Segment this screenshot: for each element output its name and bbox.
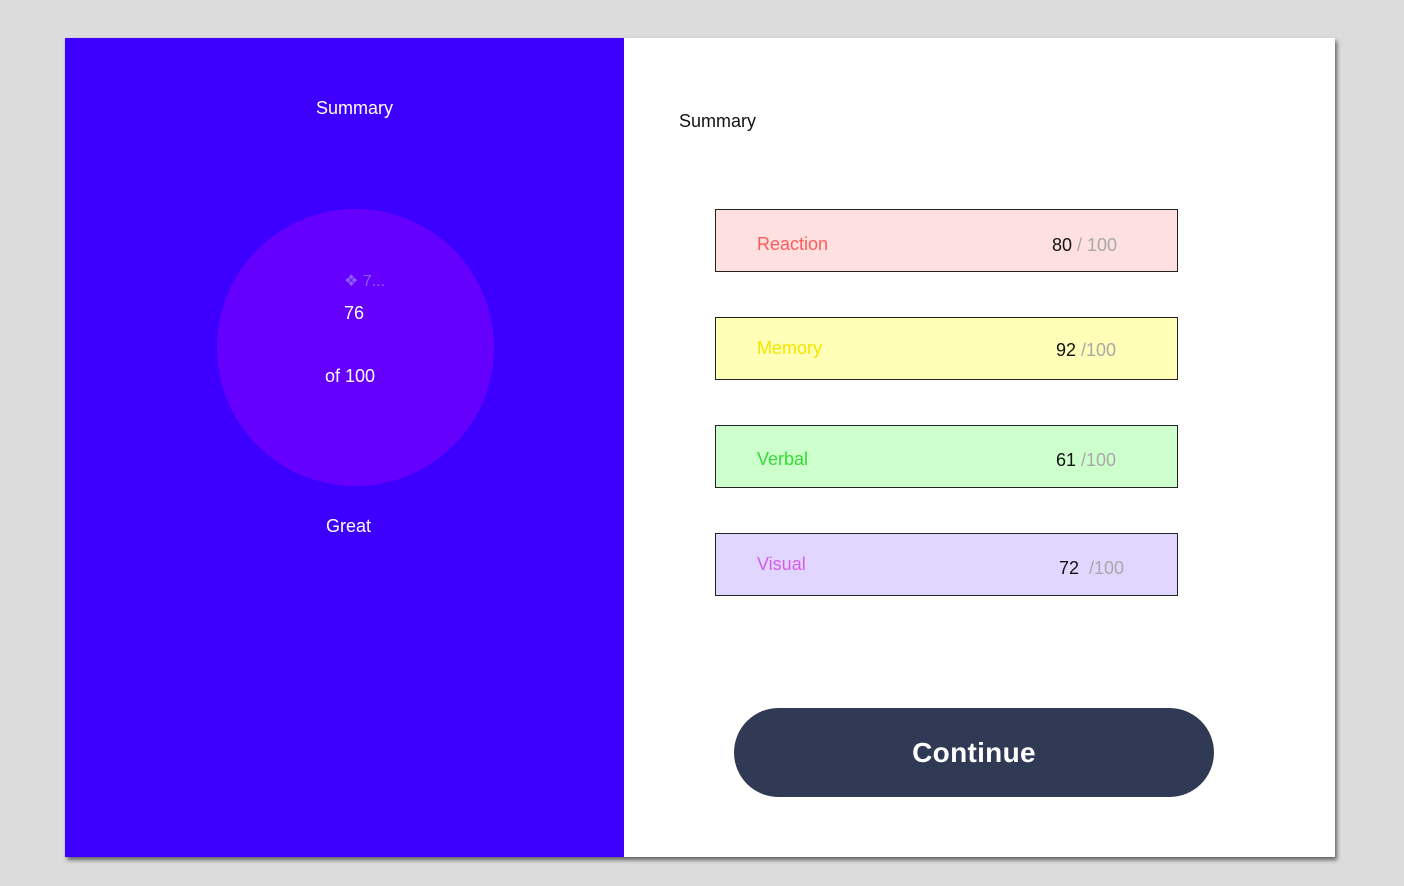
continue-button[interactable]: Continue: [734, 708, 1214, 797]
category-score: 72 /100: [1059, 558, 1125, 578]
category-row-visual: Visual 72 /100: [715, 533, 1178, 596]
category-label: Verbal: [757, 449, 809, 469]
category-row-memory: Memory 92 /100: [715, 317, 1178, 380]
category-label: Visual: [757, 554, 806, 574]
category-score: 92 /100: [1056, 340, 1117, 360]
overall-score-panel: Summary ❖ 7... 76 of 100 Great: [65, 38, 624, 857]
overall-score-value: 76: [344, 303, 365, 323]
category-label: Memory: [757, 338, 823, 358]
score-rating: Great: [326, 516, 372, 536]
left-summary-title: Summary: [315, 98, 393, 118]
category-score: 80 / 100: [1052, 235, 1118, 255]
category-row-verbal: Verbal 61 /100: [715, 425, 1178, 488]
category-label: Reaction: [757, 234, 829, 254]
right-summary-title: Summary: [679, 111, 757, 131]
summary-card: Summary ❖ 7... 76 of 100 Great Summary R…: [65, 38, 1335, 857]
score-circle: ❖ 7... 76 of 100: [217, 209, 494, 486]
category-score: 61 /100: [1056, 450, 1117, 470]
category-row-reaction: Reaction 80 / 100: [715, 209, 1178, 272]
score-placeholder-label: ❖ 7...: [344, 273, 386, 290]
overall-score-total: of 100: [325, 366, 376, 386]
